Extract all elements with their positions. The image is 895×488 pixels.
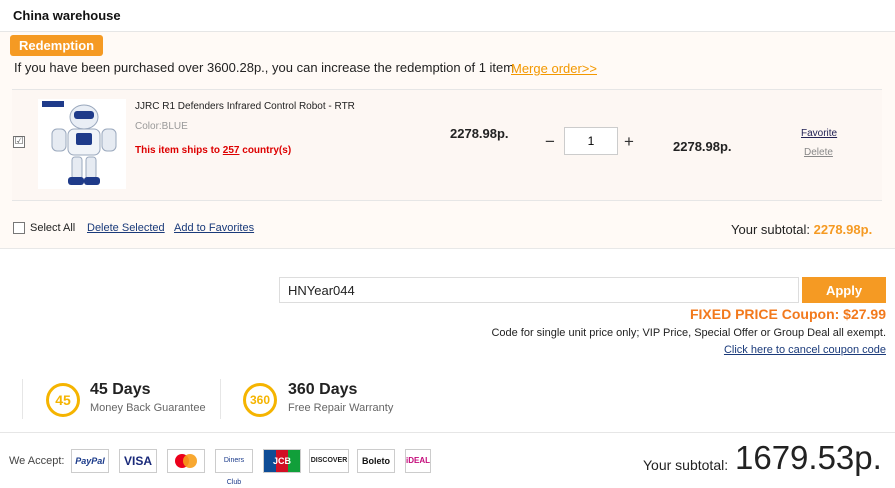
shipping-prefix: This item ships to [135,145,223,156]
cart-subtotal-value: 2278.98p. [813,222,873,237]
guarantee-divider [220,379,221,419]
select-all-checkbox[interactable] [13,222,25,234]
final-subtotal-label: Your subtotal: [643,457,729,473]
money-back-icon: 45 [46,383,80,417]
add-to-favorites-link[interactable]: Add to Favorites [174,222,254,234]
favorite-link[interactable]: Favorite [801,128,837,139]
cart-subtotal-label: Your subtotal: [731,222,814,237]
shipping-suffix: country(s) [239,145,292,156]
coupon-fixed-price: FIXED PRICE Coupon: $27.99 [689,306,886,322]
merge-order-link[interactable]: Merge order>> [511,61,597,76]
delete-link[interactable]: Delete [804,147,833,158]
shipping-country-count[interactable]: 257 [223,145,240,156]
repair-warranty-icon: 360 [243,383,277,417]
delete-selected-link[interactable]: Delete Selected [87,222,165,234]
repair-warranty-subtitle: Free Repair Warranty [288,402,394,414]
quantity-input[interactable] [564,127,618,155]
we-accept-label: We Accept: [9,455,65,467]
coupon-input[interactable] [279,277,799,303]
final-subtotal-value: 1679.53p. [735,439,882,476]
apply-coupon-button[interactable]: Apply [802,277,886,303]
redemption-badge: Redemption [10,35,104,56]
line-total: 2278.98p. [673,139,732,154]
paypal-icon: PayPal [71,449,109,473]
cancel-coupon-link[interactable]: Click here to cancel coupon code [724,344,886,356]
shipping-notice: This item ships to 257 country(s) [135,145,291,156]
repair-warranty-title: 360 Days [288,381,358,398]
discover-icon: DISCOVER [309,449,349,473]
warehouse-title: China warehouse [13,8,121,23]
unit-price: 2278.98p. [450,126,509,141]
diners-club-icon: Diners Club [215,449,253,486]
mastercard-logo [175,454,197,468]
robot-image [38,99,126,189]
payments-divider [0,432,895,433]
jcb-icon: JCB [263,449,301,473]
select-all-label[interactable]: Select All [30,222,75,234]
mastercard-icon [167,449,205,473]
ideal-icon: iDEAL [405,449,431,473]
product-name-link[interactable]: JJRC R1 Defenders Infrared Control Robot… [135,101,355,112]
product-color: Color:BLUE [135,121,188,132]
quantity-increase-button[interactable]: + [622,132,636,152]
item-checkbox[interactable]: ☑ [13,136,25,148]
guarantee-divider [22,379,23,419]
cart-subtotal: Your subtotal: 2278.98p. [731,222,872,237]
money-back-subtitle: Money Back Guarantee [90,402,206,414]
product-thumbnail[interactable] [38,99,126,189]
boleto-icon: Boleto [357,449,395,473]
visa-icon: VISA [119,449,157,473]
redemption-message: If you have been purchased over 3600.28p… [14,60,515,75]
coupon-note: Code for single unit price only; VIP Pri… [491,327,886,339]
money-back-title: 45 Days [90,381,151,398]
quantity-decrease-button[interactable]: − [543,132,557,152]
